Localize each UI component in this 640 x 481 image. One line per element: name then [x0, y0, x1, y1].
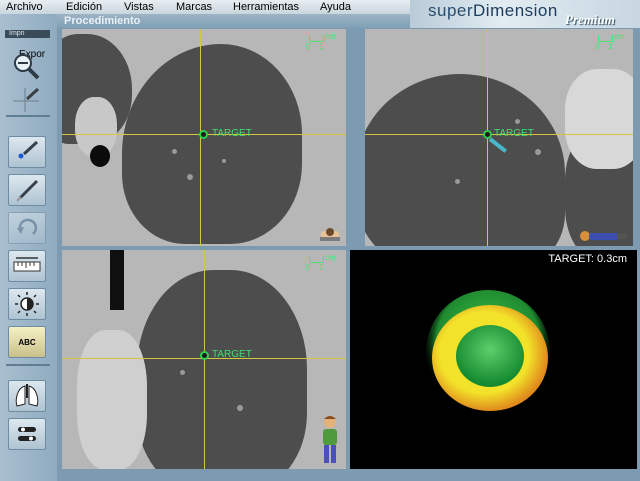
vessel — [515, 119, 520, 124]
target-label: TARGET — [494, 128, 534, 139]
patient-supine-icon — [320, 228, 340, 241]
scale-ruler — [598, 35, 613, 42]
undo-button[interactable] — [8, 212, 46, 244]
crosshair-tool-button[interactable] — [8, 84, 44, 114]
heart-region — [565, 69, 633, 169]
edition-badge: Premium — [565, 12, 615, 27]
mediastinum — [77, 330, 147, 469]
scale-bar: cm 0 1 — [306, 253, 336, 276]
crosshair-pen-icon — [13, 87, 40, 112]
airway — [110, 250, 124, 310]
lung-region — [137, 270, 307, 469]
vessel — [455, 179, 460, 184]
sliders-icon — [18, 427, 36, 441]
vessel — [180, 370, 185, 375]
target-marker[interactable] — [200, 351, 209, 360]
tool-panel: Impn Expor ABC — [0, 14, 57, 481]
vessel — [535, 149, 541, 155]
brightness-button[interactable] — [8, 288, 46, 320]
scale-ruler — [309, 256, 324, 263]
pen-blue-dot-icon — [18, 140, 39, 159]
annotation-button[interactable]: ABC — [8, 326, 46, 358]
scale-unit: cm — [614, 32, 625, 41]
print-tab[interactable]: Impn — [5, 30, 50, 38]
scale-unit: cm — [325, 32, 336, 41]
airway — [90, 145, 110, 167]
brand-logo: superDimension — [428, 1, 558, 21]
scale-unit: cm — [325, 253, 336, 262]
brand-banner: superDimension Premium — [410, 0, 640, 28]
menu-edicion[interactable]: Edición — [66, 0, 102, 14]
vessel — [172, 149, 177, 154]
zoom-button[interactable] — [8, 51, 44, 81]
scale-one: 1 — [319, 263, 324, 272]
sagittal-view[interactable]: TARGET cm 0 1 — [62, 250, 346, 469]
scale-zero: 0 — [306, 263, 311, 272]
vessel — [187, 174, 193, 180]
menu-vistas[interactable]: Vistas — [124, 0, 154, 14]
toolbar-separator — [6, 364, 50, 366]
scale-bar: cm 0 1 — [595, 32, 625, 55]
brand-prefix: super — [428, 1, 474, 20]
brand-suffix: Dimension — [473, 1, 558, 20]
menu-herramientas[interactable]: Herramientas — [233, 0, 299, 14]
target-distance-value: 0.3cm — [597, 253, 627, 265]
target-label: TARGET — [212, 128, 252, 139]
ruler-icon — [13, 257, 41, 272]
scale-zero: 0 — [595, 42, 600, 51]
scale-one: 1 — [319, 42, 324, 51]
measure-button[interactable] — [8, 250, 46, 282]
settings-button[interactable] — [8, 418, 46, 450]
scale-zero: 0 — [306, 42, 311, 51]
target-distance-label: TARGET: — [548, 253, 594, 265]
vessel — [237, 405, 243, 411]
coronal-view[interactable]: TARGET cm 0 1 — [365, 29, 633, 246]
vessel — [222, 159, 226, 163]
scale-ruler — [309, 35, 324, 42]
draw-path-button[interactable] — [8, 174, 46, 206]
toolbar-separator — [6, 115, 50, 117]
target-bullseye — [426, 290, 550, 414]
scale-one: 1 — [608, 42, 613, 51]
lungs-icon — [15, 384, 39, 407]
menu-archivo[interactable]: Archivo — [6, 0, 43, 14]
lung-view-button[interactable] — [8, 380, 46, 412]
page-title: Procedimiento — [64, 15, 141, 27]
mark-point-button[interactable] — [8, 136, 46, 168]
menu-marcas[interactable]: Marcas — [176, 0, 212, 14]
target-distance-readout: TARGET: 0.3cm — [548, 253, 627, 265]
scale-bar: cm 0 1 — [306, 32, 336, 55]
patient-standing-icon — [323, 416, 337, 463]
target-guidance-view: TARGET: 0.3cm — [350, 250, 637, 469]
menu-ayuda[interactable]: Ayuda — [320, 0, 351, 14]
undo-icon — [17, 218, 38, 235]
target-label: TARGET — [212, 349, 252, 360]
axial-view[interactable]: TARGET cm 0 1 — [62, 29, 346, 246]
pen-icon — [16, 179, 39, 202]
patient-prone-icon — [580, 231, 627, 241]
annotation-label: ABC — [18, 337, 36, 347]
target-marker[interactable] — [199, 130, 208, 139]
brightness-icon — [15, 292, 39, 316]
magnifier-icon — [14, 54, 40, 80]
